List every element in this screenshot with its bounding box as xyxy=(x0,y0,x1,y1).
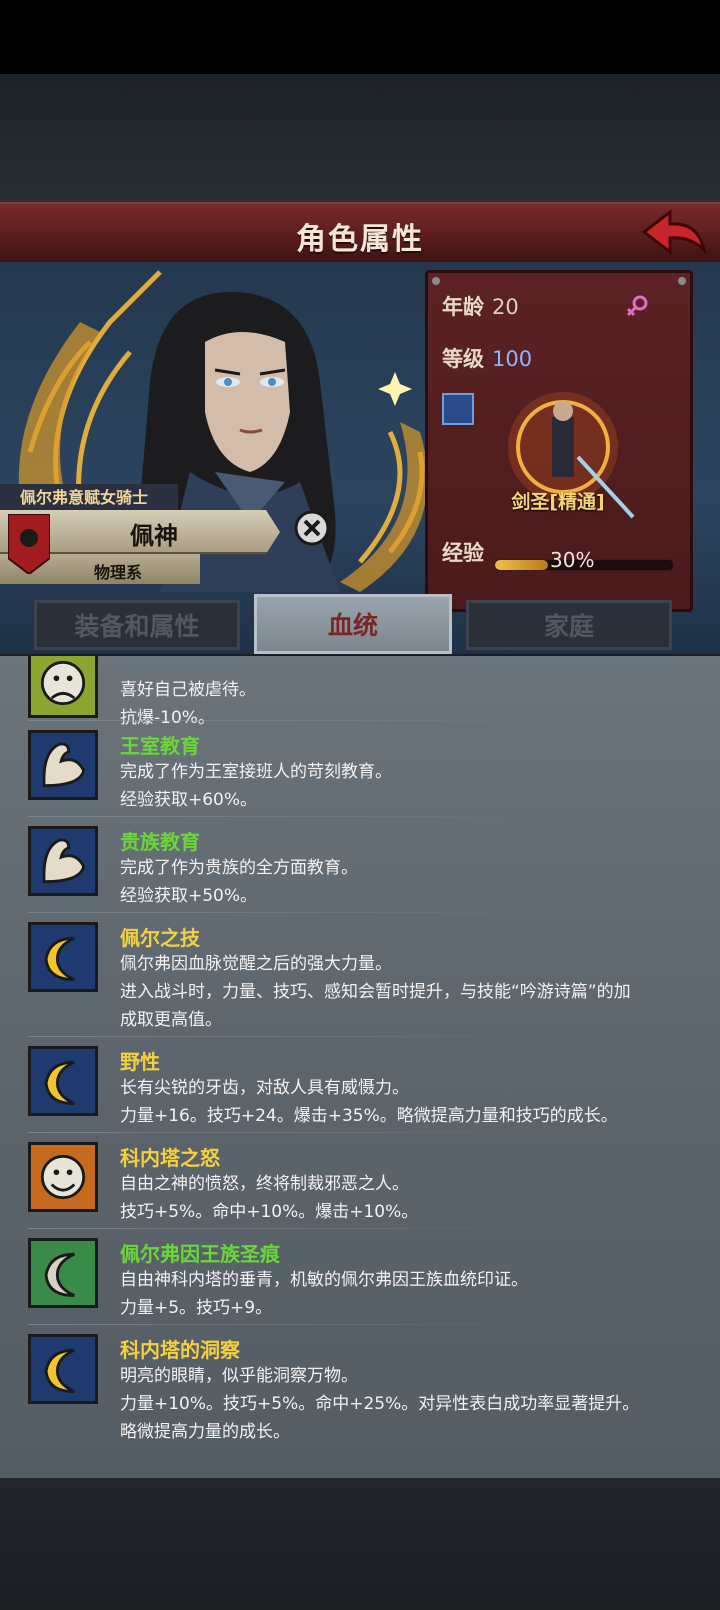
age-value: 20 xyxy=(492,295,519,319)
crescent-moon-icon xyxy=(28,1238,98,1308)
trait-name: 佩尔之技 xyxy=(120,926,200,950)
trait-description: 长有尖锐的牙齿，对敌人具有威慑力。力量+16。技巧+24。爆击+35%。略微提高… xyxy=(120,1074,710,1130)
back-arrow-icon[interactable] xyxy=(640,206,708,262)
trait-description-line: 力量+10%。技巧+5%。命中+25%。对异性表白成功率显著提升。 xyxy=(120,1394,640,1414)
trait-description-line: 完成了作为贵族的全方面教育。 xyxy=(120,858,358,878)
trait-description: 喜好自己被虐待。 抗爆-10%。 xyxy=(120,676,710,732)
trait-description-line: 自由之神的愤怒，终将制裁邪恶之人。 xyxy=(120,1174,409,1194)
trait-name: 野性 xyxy=(120,1050,160,1074)
background xyxy=(0,74,720,202)
trait-description-line: 佩尔弗因血脉觉醒之后的强大力量。 xyxy=(120,954,392,974)
tab-equipment[interactable]: 装备和属性 xyxy=(34,600,240,650)
exp-value: 30% xyxy=(550,548,595,572)
trait-description-line: 自由神科内塔的垂青，机敏的佩尔弗因王族血统印证。 xyxy=(120,1270,528,1290)
female-symbol-icon xyxy=(626,295,648,317)
trait-description-line: 经验获取+50%。 xyxy=(120,886,258,906)
trait-description: 完成了作为贵族的全方面教育。 经验获取+50%。 xyxy=(120,854,710,910)
trait-name: 科内塔的洞察 xyxy=(120,1338,240,1362)
faction-banner-icon xyxy=(8,514,50,574)
exp-bar-fill xyxy=(495,560,549,570)
tab-family[interactable]: 家庭 xyxy=(466,600,672,650)
trait-description-line: 力量+16。技巧+24。爆击+35%。略微提高力量和技巧的成长。 xyxy=(120,1106,618,1126)
trait-description-line: 经验获取+60%。 xyxy=(120,790,258,810)
sad-face-icon xyxy=(28,656,98,718)
divider xyxy=(28,816,558,817)
muscle-arm-icon xyxy=(28,826,98,896)
trait-description-line: 略微提高力量的成长。 xyxy=(120,1422,290,1442)
trait-list[interactable]: 喜好自己被虐待。 抗爆-10%。 王室教育 完成了作为王室接班人的苛刻教育。 经验获取+… xyxy=(0,656,720,1478)
crescent-moon-icon xyxy=(28,1046,98,1116)
crescent-moon-icon xyxy=(28,922,98,992)
status-bar xyxy=(0,0,720,74)
divider xyxy=(28,1228,558,1229)
age-label: 年龄 xyxy=(442,295,484,319)
crescent-moon-icon xyxy=(28,1334,98,1404)
trait-name: 贵族教育 xyxy=(120,830,200,854)
rivet xyxy=(678,277,686,285)
header-bar: 角色属性 xyxy=(0,202,720,265)
trait-description-line: 技巧+5%。命中+10%。爆击+10%。 xyxy=(120,1202,419,1222)
trait-name: 王室教育 xyxy=(120,734,200,758)
smile-face-icon xyxy=(28,1142,98,1212)
level-value: 100 xyxy=(492,347,533,371)
sword-skill-icon[interactable] xyxy=(442,393,474,425)
character-type: 物理系 xyxy=(94,563,143,582)
trait-description-line: 力量+5。技巧+9。 xyxy=(120,1298,273,1318)
trait-description: 自由之神的愤怒，终将制裁邪恶之人。 技巧+5%。命中+10%。爆击+10%。 xyxy=(120,1170,710,1226)
divider xyxy=(28,1324,558,1325)
divider xyxy=(28,912,558,913)
character-name: 佩神 xyxy=(130,522,178,550)
level-row: 等级 100 xyxy=(442,343,532,373)
muscle-arm-icon xyxy=(28,730,98,800)
level-label: 等级 xyxy=(442,347,484,371)
page-title: 角色属性 xyxy=(296,222,424,257)
trait-description-line: 喜好自己被虐待。 xyxy=(120,680,256,700)
stats-panel: 年龄 20 等级 100 剑圣[精通] 经验 30% xyxy=(425,270,693,612)
exp-label: 经验 xyxy=(442,541,484,565)
trait-description-line: 进入战斗时，力量、技巧、感知会暂时提升，与技能“吟游诗篇”的加 xyxy=(120,982,631,1002)
tab-bar: 装备和属性 血统 家庭 xyxy=(0,594,720,658)
trait-description-line: 完成了作为王室接班人的苛刻教育。 xyxy=(120,762,392,782)
divider xyxy=(28,720,558,721)
trait-description: 自由神科内塔的垂青，机敏的佩尔弗因王族血统印证。 力量+5。技巧+9。 xyxy=(120,1266,710,1322)
trait-name: 佩尔弗因王族圣痕 xyxy=(120,1242,280,1266)
divider xyxy=(28,1132,558,1133)
age-row: 年龄 20 xyxy=(442,291,519,321)
trait-description-line: 成取更高值。 xyxy=(120,1010,222,1030)
trait-name: 科内塔之怒 xyxy=(120,1146,220,1170)
bottom-background xyxy=(0,1478,720,1610)
trait-description-line: 长有尖锐的牙齿，对敌人具有威慑力。 xyxy=(120,1078,409,1098)
character-title: 佩尔弗意赋女骑士 xyxy=(0,484,178,512)
close-icon[interactable] xyxy=(294,510,330,546)
divider xyxy=(28,1036,558,1037)
trait-description: 完成了作为王室接班人的苛刻教育。 经验获取+60%。 xyxy=(120,758,710,814)
class-name: 剑圣[精通] xyxy=(511,491,605,513)
tab-bloodline[interactable]: 血统 xyxy=(254,594,452,654)
trait-description: 佩尔弗因血脉觉醒之后的强大力量。进入战斗时，力量、技巧、感知会暂时提升，与技能“… xyxy=(120,950,710,1034)
trait-description: 明亮的眼睛，似乎能洞察万物。力量+10%。技巧+5%。命中+25%。对异性表白成… xyxy=(120,1362,710,1446)
rivet xyxy=(432,277,440,285)
trait-description-line: 抗爆-10%。 xyxy=(120,708,215,728)
trait-description-line: 明亮的眼睛，似乎能洞察万物。 xyxy=(120,1366,358,1386)
